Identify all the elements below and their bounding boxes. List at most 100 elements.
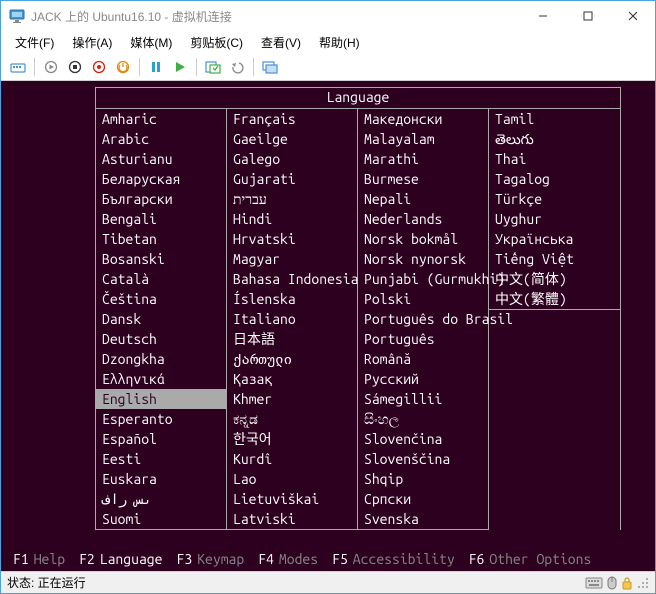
language-option[interactable]: Magyar — [227, 249, 357, 269]
language-option[interactable]: Tibetan — [96, 229, 226, 249]
language-option[interactable]: Marathi — [358, 149, 488, 169]
language-option[interactable]: 中文(繁體) — [489, 289, 620, 309]
fkey-f3[interactable]: F3Keymap — [176, 551, 244, 567]
language-option[interactable]: Tiếng Việt — [489, 249, 620, 269]
language-option[interactable]: Tamil — [489, 109, 620, 129]
language-option[interactable]: Lietuviškai — [227, 489, 357, 509]
language-option[interactable]: Русский — [358, 369, 488, 389]
menu-operate[interactable]: 操作(A) — [64, 32, 120, 53]
fkey-f5[interactable]: F5Accessibility — [332, 551, 455, 567]
language-option[interactable]: Български — [96, 189, 226, 209]
language-option[interactable]: 中文(简体) — [489, 269, 620, 289]
language-option[interactable]: Burmese — [358, 169, 488, 189]
checkpoint-button[interactable] — [202, 56, 224, 78]
language-option[interactable]: Gaeilge — [227, 129, 357, 149]
pause-button[interactable] — [145, 56, 167, 78]
language-option[interactable]: ಕನ್ನಡ — [227, 409, 357, 429]
language-option[interactable]: Беларуская — [96, 169, 226, 189]
enhanced-session-button[interactable] — [259, 56, 281, 78]
language-option[interactable]: Norsk bokmål — [358, 229, 488, 249]
language-option[interactable]: Shqip — [358, 469, 488, 489]
language-option[interactable]: Norsk nynorsk — [358, 249, 488, 269]
shutdown-button[interactable] — [88, 56, 110, 78]
language-option[interactable]: Uyghur — [489, 209, 620, 229]
menu-file[interactable]: 文件(F) — [7, 32, 62, 53]
language-option[interactable]: Galego — [227, 149, 357, 169]
language-option[interactable]: English — [96, 389, 226, 409]
save-state-button[interactable] — [112, 56, 134, 78]
language-option[interactable]: తెలుగు — [489, 129, 620, 149]
language-option[interactable]: Català — [96, 269, 226, 289]
language-option[interactable]: Suomi — [96, 509, 226, 529]
language-option[interactable]: Esperanto — [96, 409, 226, 429]
language-option[interactable]: Ελληνικά — [96, 369, 226, 389]
language-option[interactable]: Asturianu — [96, 149, 226, 169]
language-option[interactable]: Bengali — [96, 209, 226, 229]
language-option[interactable]: Português do Brasil — [358, 309, 488, 329]
language-option[interactable]: Dzongkha — [96, 349, 226, 369]
language-option[interactable]: Arabic — [96, 129, 226, 149]
language-option[interactable]: Íslenska — [227, 289, 357, 309]
language-option[interactable]: Svenska — [358, 509, 488, 529]
language-option[interactable]: Bahasa Indonesia — [227, 269, 357, 289]
language-option[interactable]: Português — [358, 329, 488, 349]
fkey-f4[interactable]: F4Modes — [258, 551, 318, 567]
language-option[interactable]: Lao — [227, 469, 357, 489]
language-option[interactable]: 한국어 — [227, 429, 357, 449]
stop-button[interactable] — [64, 56, 86, 78]
language-option[interactable]: සිංහල — [358, 409, 488, 429]
language-option[interactable]: ىس راف — [96, 489, 226, 509]
language-option[interactable]: Slovenščina — [358, 449, 488, 469]
language-option[interactable]: Eesti — [96, 449, 226, 469]
language-option[interactable]: Malayalam — [358, 129, 488, 149]
language-option[interactable]: Қазақ — [227, 369, 357, 389]
maximize-button[interactable] — [565, 1, 610, 31]
language-option[interactable]: ქართული — [227, 349, 357, 369]
language-option[interactable]: Nederlands — [358, 209, 488, 229]
language-option[interactable]: Bosanski — [96, 249, 226, 269]
resume-button[interactable] — [169, 56, 191, 78]
language-option[interactable]: Gujarati — [227, 169, 357, 189]
language-option[interactable]: Hindi — [227, 209, 357, 229]
language-option[interactable]: Thai — [489, 149, 620, 169]
fkey-f1[interactable]: F1Help — [13, 551, 65, 567]
language-option[interactable]: Latviski — [227, 509, 357, 529]
language-option[interactable]: Română — [358, 349, 488, 369]
language-option[interactable]: Deutsch — [96, 329, 226, 349]
language-option[interactable]: Polski — [358, 289, 488, 309]
language-option[interactable]: Tagalog — [489, 169, 620, 189]
language-option[interactable]: Español — [96, 429, 226, 449]
minimize-button[interactable] — [520, 1, 565, 31]
language-option[interactable]: Kurdî — [227, 449, 357, 469]
language-option[interactable]: Khmer — [227, 389, 357, 409]
language-option[interactable]: Українська — [489, 229, 620, 249]
language-option[interactable]: Македонски — [358, 109, 488, 129]
language-option[interactable]: Italiano — [227, 309, 357, 329]
fkey-f6[interactable]: F6Other Options — [469, 551, 592, 567]
revert-button[interactable] — [226, 56, 248, 78]
language-option[interactable]: Čeština — [96, 289, 226, 309]
language-option[interactable]: Nepali — [358, 189, 488, 209]
ctrl-alt-del-button[interactable] — [7, 56, 29, 78]
language-option[interactable]: 日本語 — [227, 329, 357, 349]
language-option[interactable]: עברית — [227, 189, 357, 209]
fkey-f2[interactable]: F2Language — [79, 551, 162, 567]
language-option[interactable]: Dansk — [96, 309, 226, 329]
language-option[interactable]: Türkçe — [489, 189, 620, 209]
close-button[interactable] — [610, 1, 655, 31]
vm-display[interactable]: Language AmharicArabicAsturianuБеларуска… — [1, 81, 655, 571]
menu-media[interactable]: 媒体(M) — [122, 32, 180, 53]
language-option[interactable]: Amharic — [96, 109, 226, 129]
start-button[interactable] — [40, 56, 62, 78]
menu-clipboard[interactable]: 剪贴板(C) — [182, 32, 251, 53]
language-option[interactable]: Euskara — [96, 469, 226, 489]
resize-grip-icon[interactable] — [637, 577, 649, 589]
language-option[interactable]: Hrvatski — [227, 229, 357, 249]
language-option[interactable]: Српски — [358, 489, 488, 509]
language-option[interactable]: Punjabi (Gurmukhi) — [358, 269, 488, 289]
language-option[interactable]: Slovenčina — [358, 429, 488, 449]
menu-help[interactable]: 帮助(H) — [311, 32, 368, 53]
menu-view[interactable]: 查看(V) — [253, 32, 309, 53]
language-option[interactable]: Sámegillii — [358, 389, 488, 409]
language-option[interactable]: Français — [227, 109, 357, 129]
